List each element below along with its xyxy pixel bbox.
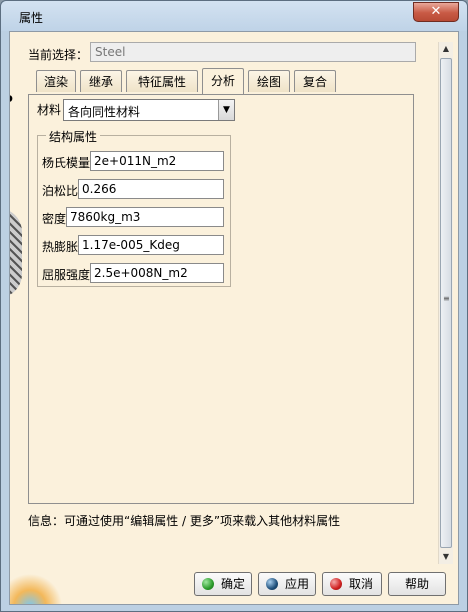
- tab-rendering[interactable]: 渲染: [36, 70, 76, 92]
- app-logo: [10, 570, 62, 604]
- help-button[interactable]: 帮助: [388, 572, 446, 596]
- tab-inheritance[interactable]: 继承: [80, 70, 122, 92]
- properties-dialog: 属性 ✕ P 当前选择： Steel 渲染 继承 特征属性 分析 绘图 复合 材…: [0, 0, 468, 612]
- structural-properties-title: 结构属性: [46, 128, 101, 145]
- structural-properties-group: 结构属性 杨氏模量 2e+011N_m2 泊松比 0.266 密度 7860kg…: [37, 128, 231, 287]
- close-icon: ✕: [430, 4, 442, 19]
- background-text-fragment: P: [10, 92, 20, 116]
- cancel-button-label: 取消: [349, 577, 374, 591]
- close-button[interactable]: ✕: [413, 2, 459, 22]
- scroll-down-icon[interactable]: ▼: [439, 550, 453, 564]
- background-mesh-fragment: [10, 208, 22, 298]
- scrollbar-thumb[interactable]: ≡: [440, 58, 452, 548]
- apply-icon: [266, 578, 278, 590]
- tab-drawing[interactable]: 绘图: [248, 70, 290, 92]
- yield-strength-field[interactable]: 2.5e+008N_m2: [90, 263, 224, 283]
- apply-button-label: 应用: [285, 577, 310, 591]
- tab-feature-properties[interactable]: 特征属性: [126, 70, 198, 92]
- material-dropdown[interactable]: 各向同性材料 ▼: [63, 99, 235, 121]
- chevron-down-icon[interactable]: ▼: [218, 100, 234, 120]
- poisson-ratio-field[interactable]: 0.266: [78, 179, 224, 199]
- current-selection-field: Steel: [90, 42, 416, 62]
- window-title: 属性: [19, 11, 44, 25]
- material-label: 材料: [37, 103, 62, 117]
- apply-button[interactable]: 应用: [258, 572, 316, 596]
- ok-button[interactable]: 确定: [194, 572, 252, 596]
- tab-composite[interactable]: 复合: [294, 70, 336, 92]
- material-dropdown-value: 各向同性材料: [68, 105, 141, 119]
- scroll-up-icon[interactable]: ▲: [439, 42, 453, 56]
- help-button-label: 帮助: [404, 577, 429, 591]
- density-field[interactable]: 7860kg_m3: [66, 207, 224, 227]
- ok-button-label: 确定: [221, 577, 246, 591]
- cancel-icon: [330, 578, 342, 590]
- dialog-content: P 当前选择： Steel 渲染 继承 特征属性 分析 绘图 复合 材料 各向同…: [9, 31, 459, 605]
- title-bar[interactable]: 属性 ✕: [1, 1, 467, 31]
- vertical-scrollbar[interactable]: ▲ ≡ ▼: [438, 42, 453, 564]
- density-label: 密度: [42, 212, 67, 226]
- youngs-modulus-field[interactable]: 2e+011N_m2: [90, 151, 224, 171]
- youngs-modulus-label: 杨氏模量: [42, 156, 91, 170]
- analysis-panel: 材料 各向同性材料 ▼ 结构属性 杨氏模量 2e+011N_m2 泊松比 0.2…: [28, 94, 414, 504]
- poisson-ratio-label: 泊松比: [42, 184, 79, 198]
- cancel-button[interactable]: 取消: [322, 572, 382, 596]
- tab-analysis[interactable]: 分析: [202, 68, 244, 94]
- grip-icon: ≡: [443, 294, 450, 303]
- current-selection-label: 当前选择：: [28, 48, 89, 62]
- thermal-expansion-field[interactable]: 1.17e-005_Kdeg: [78, 235, 224, 255]
- thermal-expansion-label: 热膨胀: [42, 240, 79, 254]
- yield-strength-label: 屈服强度: [42, 268, 91, 282]
- ok-icon: [202, 578, 214, 590]
- info-message: 信息：可通过使用“编辑属性 / 更多”项来载入其他材料属性: [28, 514, 341, 528]
